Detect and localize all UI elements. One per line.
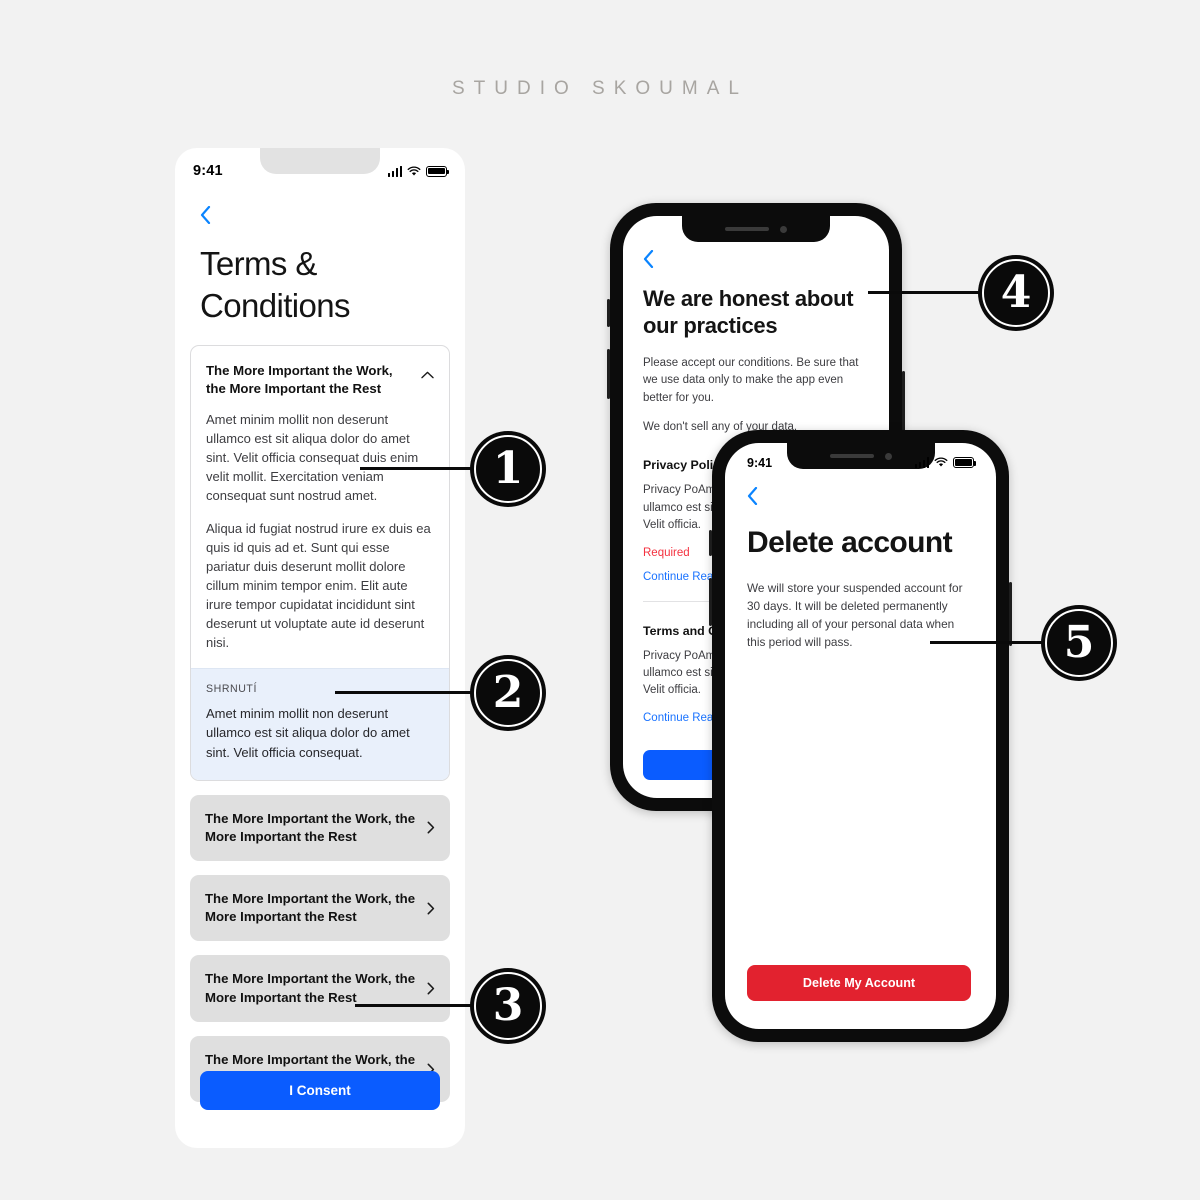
signal-bars-icon (387, 165, 402, 177)
callout-number: 5 (1063, 617, 1095, 668)
phone-3-screen: 9:41 Delete account We will store your s… (725, 443, 996, 1029)
status-bar-time: 9:41 (747, 455, 773, 470)
phone-2-side-button (902, 371, 905, 433)
phone-1-terms-conditions: 9:41 Terms & Conditions The More Importa… (175, 148, 465, 1148)
wifi-icon (407, 165, 421, 176)
front-camera-icon (780, 225, 787, 233)
phone-1-notch (260, 148, 380, 174)
phone-3-side-button (1009, 582, 1012, 646)
accordion-row-label: The More Important the Work, the More Im… (205, 971, 416, 1005)
callout-line (868, 291, 986, 295)
accordion-item-collapsed[interactable]: The More Important the Work, the More Im… (190, 875, 450, 942)
accordion-header[interactable]: The More Important the Work, the More Im… (191, 346, 449, 410)
callout-number: 4 (1000, 267, 1032, 318)
callout-number: 2 (492, 667, 524, 718)
callout-line (360, 467, 478, 471)
page-title: Delete account (747, 526, 953, 559)
accordion-paragraph: Amet minim mollit non deserunt ullamco e… (206, 411, 419, 504)
accordion-row-label: The More Important the Work, the More Im… (205, 891, 416, 925)
summary-text: Amet minim mollit non deserunt ullamco e… (206, 706, 410, 760)
battery-icon (953, 457, 977, 468)
phone-2-notch (682, 216, 830, 242)
accordion-body: Amet minim mollit non deserunt ullamco e… (191, 410, 449, 668)
page-title: Terms & Conditions (200, 245, 351, 324)
intro-paragraph: Please accept our conditions. Be sure th… (643, 357, 859, 404)
phone-1-content: Terms & Conditions The More Important th… (175, 194, 465, 1103)
phone-1-status-bar: 9:41 (175, 148, 465, 194)
signal-bars-icon (914, 457, 929, 468)
accordion-paragraph: Aliqua id fugiat nostrud irure ex duis e… (206, 520, 431, 651)
status-bar-time: 9:41 (193, 163, 223, 179)
page-title: We are honest about our practices (643, 286, 854, 339)
callout-badge-2: 2 (470, 655, 546, 731)
callout-badge-5: 5 (1041, 605, 1117, 681)
accordion-header-label: The More Important the Work, the More Im… (206, 362, 393, 396)
brand-title: STUDIO SKOUMAL (452, 78, 748, 99)
callout-badge-4: 4 (978, 255, 1054, 331)
callout-line (335, 691, 478, 695)
chevron-right-icon[interactable] (427, 821, 435, 834)
battery-icon (426, 165, 450, 177)
chevron-right-icon[interactable] (427, 982, 435, 995)
accordion-item-collapsed[interactable]: The More Important the Work, the More Im… (190, 955, 450, 1022)
accordion-summary-block: SHRNUTÍ Amet minim mollit non deserunt u… (191, 668, 449, 780)
chevron-up-icon[interactable] (421, 371, 434, 379)
back-chevron-icon[interactable] (643, 249, 654, 269)
accordion-item-expanded[interactable]: The More Important the Work, the More Im… (190, 344, 450, 781)
phone-3-content: Delete account We will store your suspen… (725, 473, 996, 651)
callout-number: 1 (492, 443, 524, 494)
back-chevron-icon[interactable] (200, 205, 211, 225)
status-bar-icons (387, 165, 450, 177)
delete-my-account-button[interactable]: Delete My Account (747, 965, 971, 1001)
accordion-item-collapsed[interactable]: The More Important the Work, the More Im… (190, 794, 450, 862)
back-chevron-icon[interactable] (747, 486, 758, 506)
consent-button[interactable]: I Consent (200, 1071, 440, 1110)
annotated-mockup-canvas: STUDIO SKOUMAL 9:41 Terms & Conditions T… (0, 0, 1200, 1200)
chevron-right-icon[interactable] (427, 902, 435, 915)
callout-badge-1: 1 (470, 431, 546, 507)
callout-line (930, 641, 1048, 645)
wifi-icon (934, 457, 948, 467)
phone-3-status-bar: 9:41 (725, 443, 996, 473)
status-bar-icons (914, 457, 977, 468)
callout-line (355, 1004, 478, 1008)
callout-number: 3 (492, 980, 524, 1031)
accordion-row-label: The More Important the Work, the More Im… (205, 810, 416, 844)
speaker-grille-icon (725, 226, 769, 232)
phone-3-delete-account: 9:41 Delete account We will store your s… (709, 430, 1012, 1042)
callout-badge-3: 3 (470, 968, 546, 1044)
